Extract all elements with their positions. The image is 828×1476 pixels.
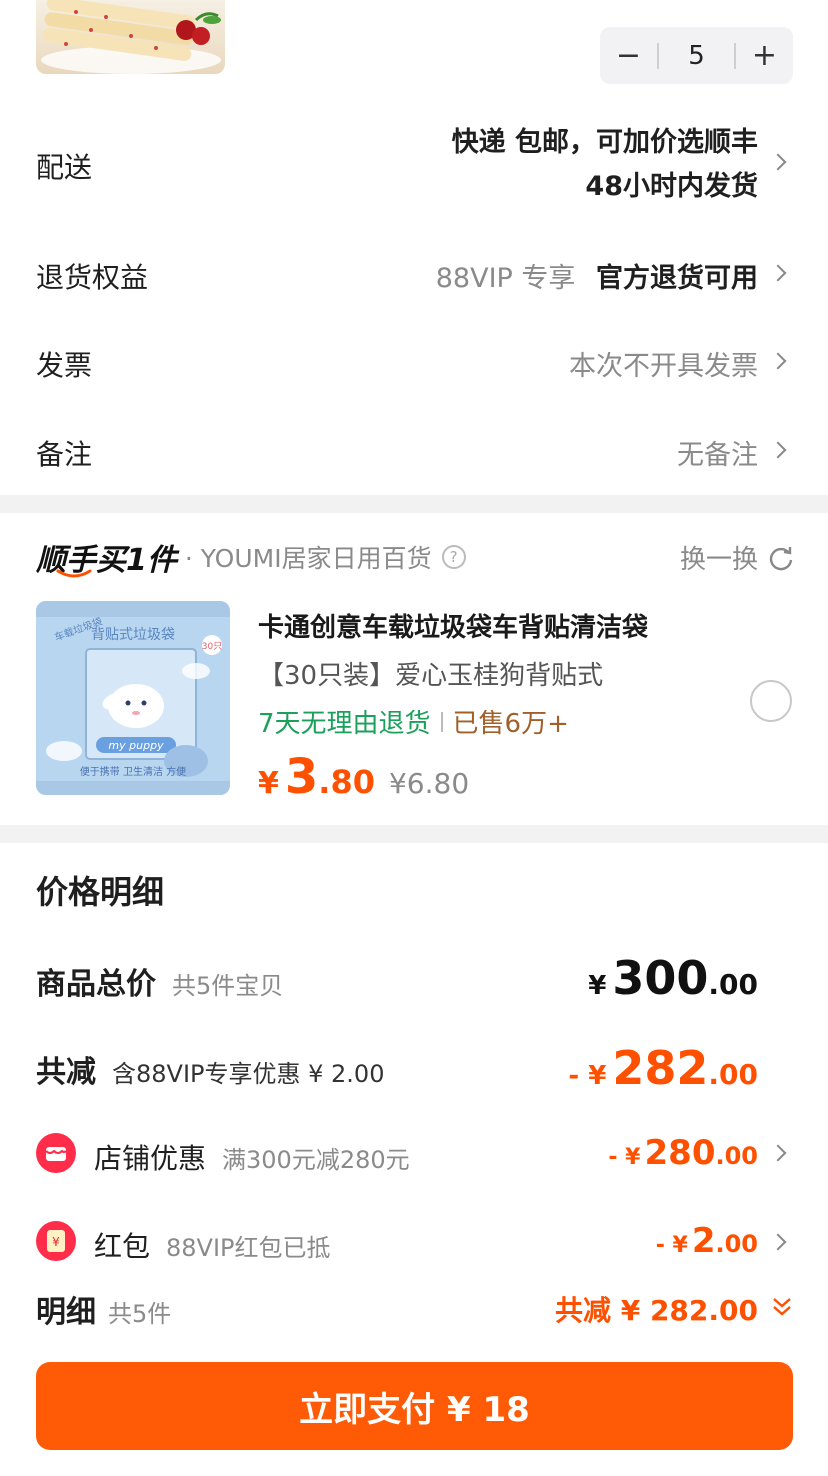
total-sub: 共5件宝贝 <box>172 972 284 1000</box>
red-packet-decimal: .00 <box>715 1230 758 1258</box>
chevron-right-icon <box>769 264 787 282</box>
quantity-value[interactable]: 5 <box>659 41 734 71</box>
total-amount: ¥ 300 .00 <box>588 951 758 1005</box>
original-price: ¥6.80 <box>388 767 470 800</box>
chevron-right-icon <box>769 1144 787 1162</box>
invoice-label: 发票 <box>36 349 93 382</box>
invoice-value: 本次不开具发票 <box>569 351 758 382</box>
recommend-product-subtitle: 【30只装】爱心玉桂狗背贴式 <box>258 661 604 691</box>
red-packet-amount: - ¥ 2 .00 <box>656 1221 758 1261</box>
decrease-button[interactable]: − <box>600 27 657 84</box>
detail-label: 明细 <box>36 1295 96 1330</box>
discount-prefix: - ¥ <box>568 1061 607 1091</box>
image-brand-text: my puppy <box>108 739 164 752</box>
refresh-label: 换一换 <box>679 545 758 575</box>
chevron-right-icon <box>769 352 787 370</box>
price-integer: 3 <box>284 749 319 805</box>
red-packet-text: 红包 88VIP红包已抵 <box>94 1225 331 1265</box>
total-symbol: ¥ <box>588 971 607 1001</box>
delivery-line-2: 48小时内发货 <box>585 171 758 202</box>
discount-label: 共减 <box>36 1055 96 1090</box>
recommend-tags: 7天无理由退货 已售6万+ <box>258 703 569 740</box>
add-on-recommendation-card: 顺手买1件 · YOUMI居家日用百货 ? 换一换 背贴式垃圾袋 my pupp… <box>0 513 828 825</box>
recommend-product-image[interactable]: 背贴式垃圾袋 my puppy 车载垃圾袋 便于携带 卫生清洁 方便 30只 <box>36 601 230 795</box>
refresh-button[interactable]: 换一换 <box>680 539 794 576</box>
red-packet-label: 红包 <box>94 1230 151 1263</box>
delivery-line-1: 快递 包邮，可加价选顺丰 <box>451 127 758 158</box>
total-decimal: .00 <box>708 968 758 1001</box>
recommend-title: 顺手买1件 <box>36 535 177 579</box>
increase-button[interactable]: + <box>736 27 793 84</box>
pay-now-label: 立即支付 ¥ 18 <box>299 1389 530 1430</box>
detail-text: 明细 共5件 <box>36 1287 171 1331</box>
refresh-icon <box>769 546 793 570</box>
product-thumbnail[interactable] <box>36 0 225 74</box>
tag-divider <box>440 711 443 732</box>
select-radio[interactable] <box>750 680 792 722</box>
svg-text:¥: ¥ <box>52 1235 60 1249</box>
total-integer: 300 <box>612 951 709 1005</box>
delivery-label: 配送 <box>36 151 93 184</box>
image-top-text: 背贴式垃圾袋 <box>91 627 175 643</box>
vip-tag: 88VIP 专享 <box>435 263 576 294</box>
total-row: 商品总价 共5件宝贝 <box>36 959 283 1003</box>
price-detail-card: 价格明细 商品总价 共5件宝贝 ¥ 300 .00 共减 含88VIP专享优惠 … <box>0 843 828 1476</box>
return-policy: 官方退货可用 <box>596 263 758 294</box>
return-rights-label: 退货权益 <box>36 261 149 294</box>
red-packet-icon: ¥ <box>36 1221 76 1261</box>
shop-coupon-sub: 满300元减280元 <box>222 1146 410 1174</box>
quantity-stepper[interactable]: − 5 + <box>600 27 793 84</box>
remark-value: 无备注 <box>677 440 758 471</box>
discount-row: 共减 含88VIP专享优惠 ¥ 2.00 <box>36 1047 384 1091</box>
image-bottom-text: 便于携带 卫生清洁 方便 <box>80 765 186 778</box>
shop-name[interactable]: · YOUMI居家日用百货 <box>185 539 432 575</box>
pay-now-button[interactable]: 立即支付 ¥ 18 <box>36 1362 793 1450</box>
shop-coupon-integer: 280 <box>644 1133 716 1173</box>
shop-coupon-text: 店铺优惠 满300元减280元 <box>94 1137 410 1177</box>
double-chevron-down-icon <box>773 1298 791 1316</box>
order-settings-card: − 5 + 配送 快递 包邮，可加价选顺丰 48小时内发货 退货权益 88VIP… <box>0 0 828 495</box>
shop-coupon-prefix: - ¥ <box>608 1145 641 1170</box>
detail-value: 共减 ¥ 282.00 <box>554 1294 758 1327</box>
store-icon <box>45 1147 67 1161</box>
product-thumbnail-art <box>41 0 221 74</box>
smile-logo-icon <box>56 569 92 578</box>
price-symbol: ¥ <box>258 766 279 801</box>
detail-sub: 共5件 <box>108 1300 172 1328</box>
image-tag-text: 30只 <box>202 642 222 652</box>
help-icon[interactable]: ? <box>441 545 466 569</box>
recommend-product-title[interactable]: 卡通创意车载垃圾袋车背贴清洁袋 <box>258 607 648 644</box>
return-rights-value: 88VIP 专享 官方退货可用 <box>436 256 758 295</box>
discount-decimal: .00 <box>708 1058 758 1091</box>
remark-label: 备注 <box>36 438 93 471</box>
delivery-value: 快递 包邮，可加价选顺丰 48小时内发货 <box>452 121 758 209</box>
recommend-price: ¥ 3 .80 ¥6.80 <box>258 749 469 805</box>
sold-count: 已售6万+ <box>452 709 569 739</box>
discount-amount: - ¥ 282 .00 <box>568 1041 758 1095</box>
red-packet-integer: 2 <box>691 1221 716 1261</box>
recommend-header: 顺手买1件 · YOUMI居家日用百货 ? <box>36 535 466 579</box>
price-decimal: .80 <box>318 763 375 801</box>
shop-coupon-amount: - ¥ 280 .00 <box>608 1133 758 1173</box>
chevron-right-icon <box>769 441 787 459</box>
price-detail-title: 价格明细 <box>36 873 165 911</box>
no-reason-return-tag: 7天无理由退货 <box>258 709 431 739</box>
discount-sub: 含88VIP专享优惠 ¥ 2.00 <box>112 1060 385 1088</box>
trash-bag-product-art: 背贴式垃圾袋 my puppy 车载垃圾袋 便于携带 卫生清洁 方便 30只 <box>36 601 230 795</box>
chevron-right-icon <box>769 1233 787 1251</box>
discount-integer: 282 <box>612 1041 709 1095</box>
envelope-icon: ¥ <box>47 1230 65 1252</box>
total-label: 商品总价 <box>36 967 156 1002</box>
chevron-right-icon <box>769 153 787 171</box>
red-packet-sub: 88VIP红包已抵 <box>166 1234 331 1262</box>
shop-coupon-decimal: .00 <box>715 1142 758 1170</box>
red-packet-prefix: - ¥ <box>655 1233 688 1258</box>
shop-coupon-label: 店铺优惠 <box>94 1142 207 1175</box>
shop-coupon-icon <box>36 1133 76 1173</box>
